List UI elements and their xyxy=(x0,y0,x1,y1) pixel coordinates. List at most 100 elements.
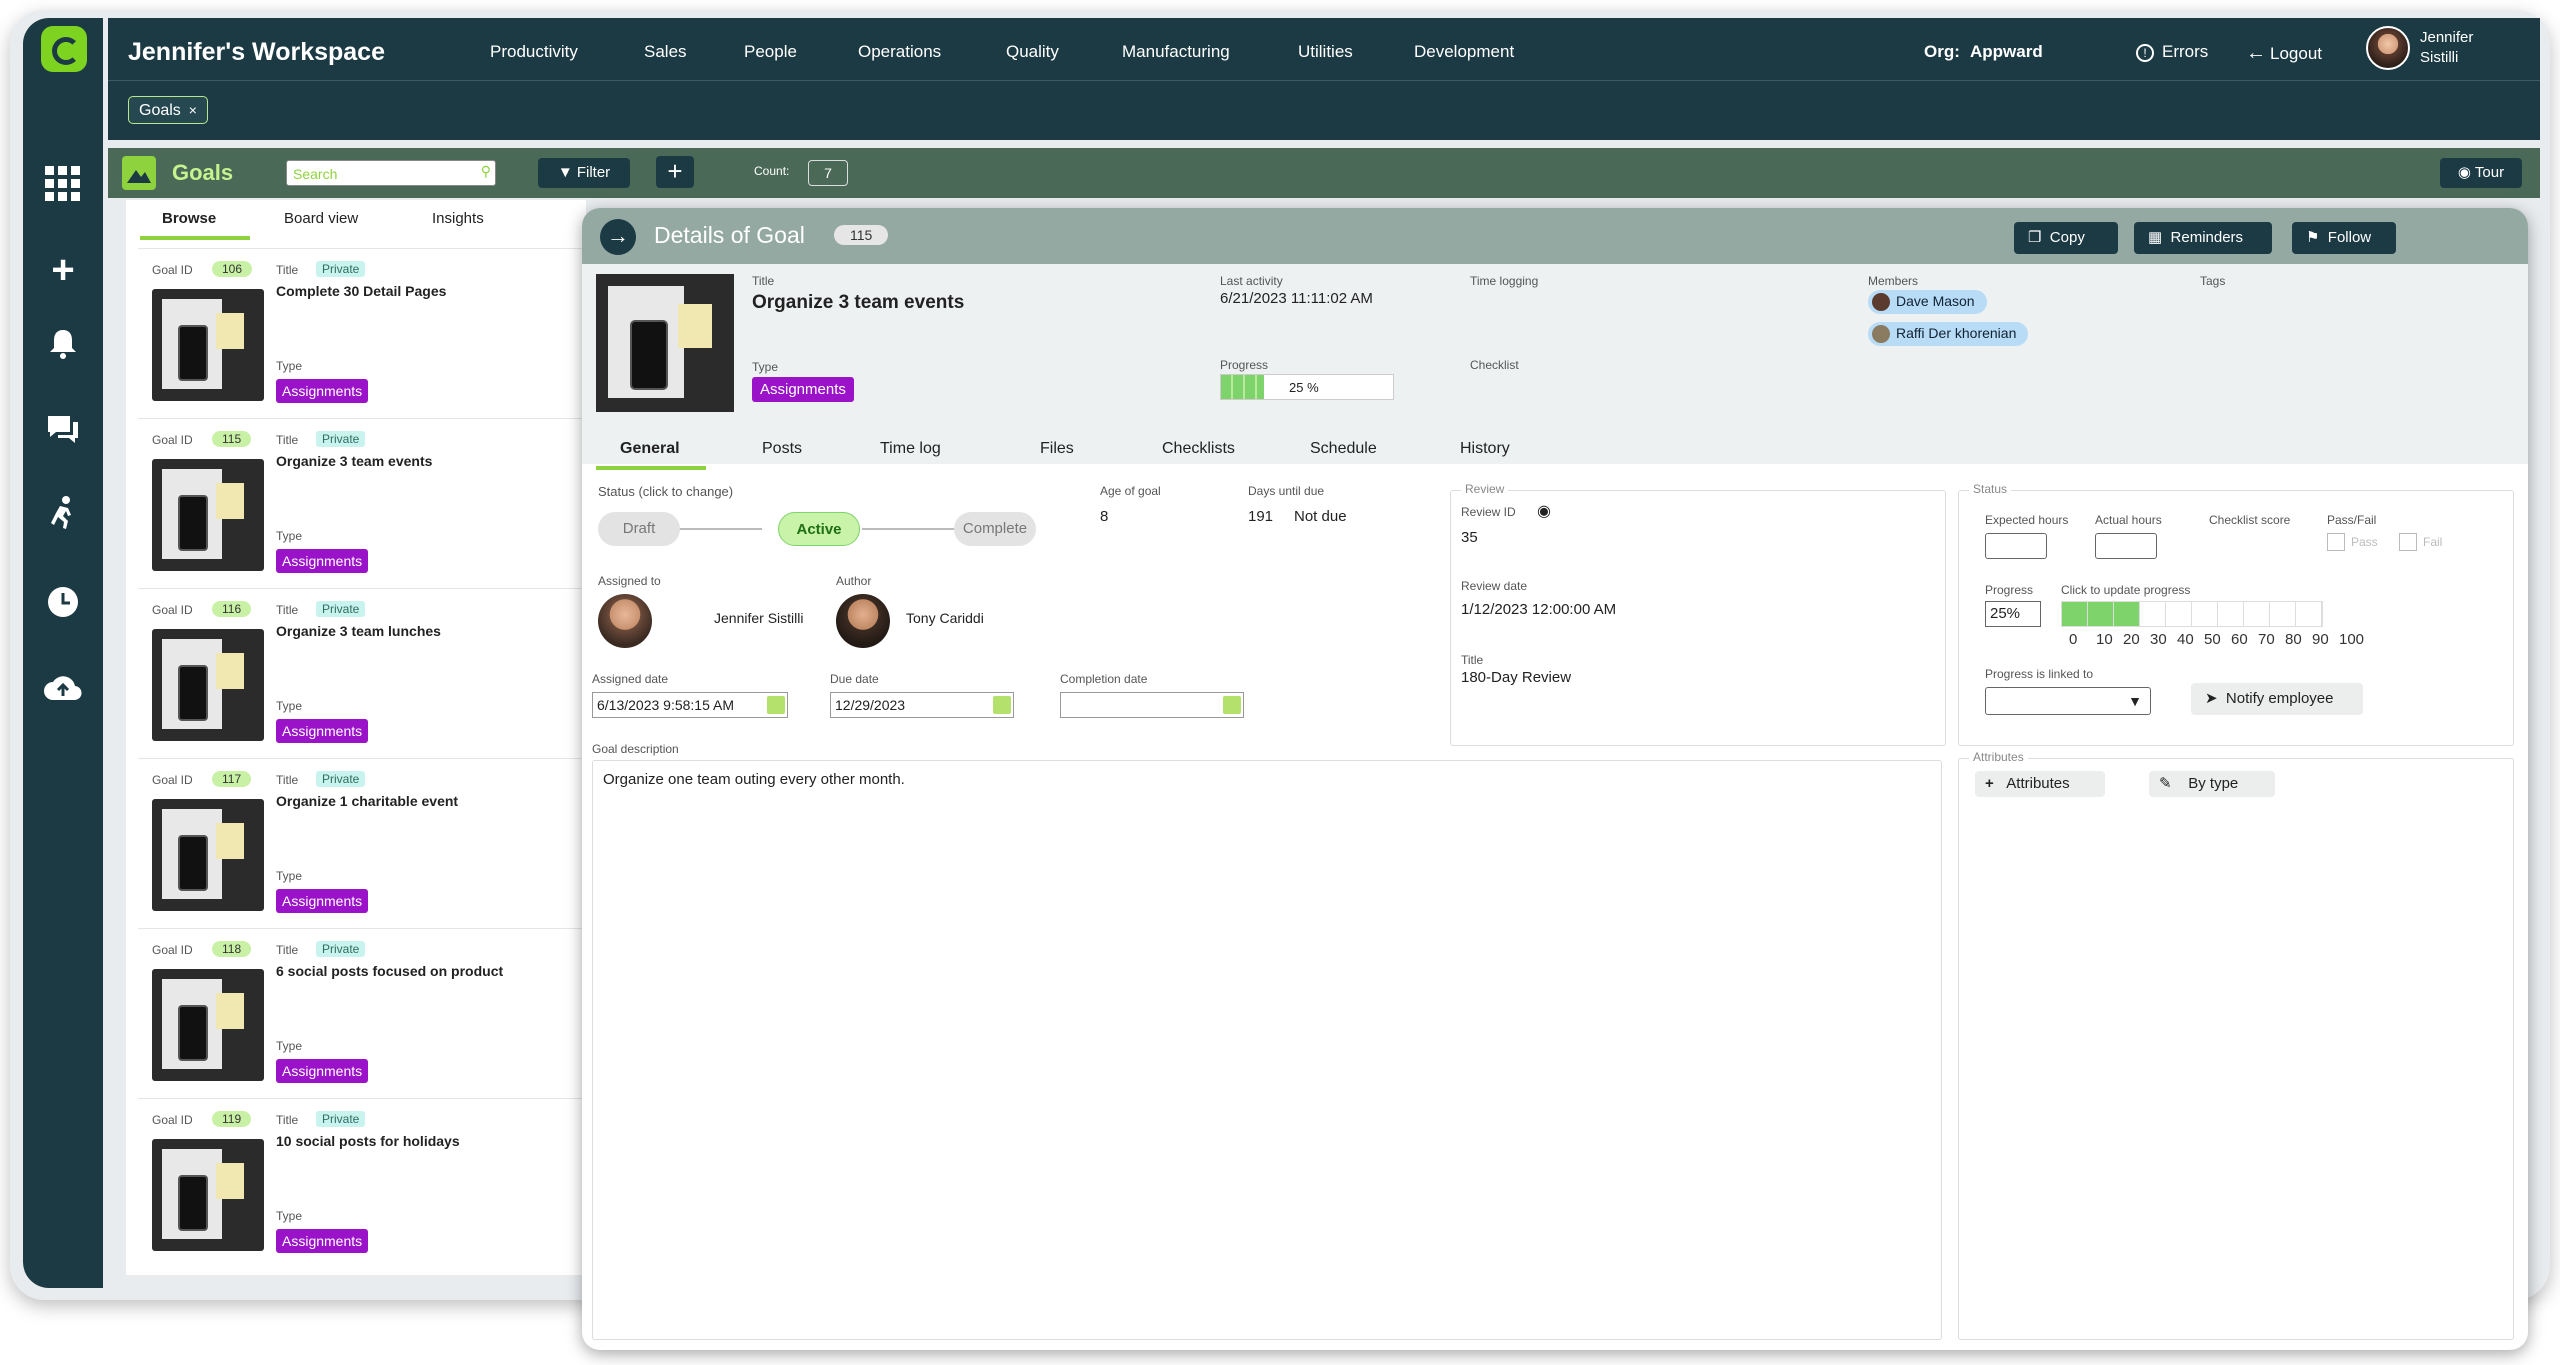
members-label: Members xyxy=(1868,274,1919,288)
review-title-label: Title xyxy=(1461,653,1484,667)
notify-employee-button[interactable]: ➤ Notify employee xyxy=(2191,683,2363,715)
status-complete[interactable]: Complete xyxy=(954,512,1036,546)
progress-segment[interactable] xyxy=(2088,602,2114,626)
tab-general[interactable]: General xyxy=(620,440,680,458)
progress-segment[interactable] xyxy=(2062,602,2088,626)
progress-segment[interactable] xyxy=(2166,602,2192,626)
workspace-title: Jennifer's Workspace xyxy=(128,38,385,66)
eye-icon[interactable]: ◉ xyxy=(1537,501,1551,521)
running-icon[interactable] xyxy=(23,496,103,535)
progress-segment[interactable] xyxy=(2270,602,2296,626)
bell-icon[interactable] xyxy=(23,328,103,365)
search-input[interactable]: Search ⚲ xyxy=(286,160,496,186)
list-item[interactable]: Goal ID 119 Title Private 10 social posts fo… xyxy=(138,1098,588,1266)
status-draft[interactable]: Draft xyxy=(598,512,680,546)
tab-board-view[interactable]: Board view xyxy=(284,210,358,227)
tab-time-log[interactable]: Time log xyxy=(880,440,941,458)
progress-input[interactable]: 25% xyxy=(1985,601,2041,627)
apps-grid-icon[interactable] xyxy=(23,166,103,207)
scale-tick: 40 xyxy=(2177,631,2194,648)
assigned-date-input[interactable]: 6/13/2023 9:58:15 AM xyxy=(592,692,788,718)
goal-id-value: 117 xyxy=(212,771,252,787)
due-date-input[interactable]: 12/29/2023 xyxy=(830,692,1014,718)
cloud-upload-icon[interactable] xyxy=(23,672,103,707)
tab-history[interactable]: History xyxy=(1460,440,1510,458)
nav-operations[interactable]: Operations xyxy=(858,42,941,62)
list-item[interactable]: Goal ID 115 Title Private Organize 3 team ev… xyxy=(138,418,588,586)
completion-date-input[interactable] xyxy=(1060,692,1244,718)
tab-posts[interactable]: Posts xyxy=(762,440,802,458)
appward-logo[interactable] xyxy=(41,26,87,72)
progress-slider[interactable] xyxy=(2061,601,2323,627)
list-item[interactable]: Goal ID 118 Title Private 6 social posts foc… xyxy=(138,928,588,1096)
close-icon[interactable]: × xyxy=(189,102,197,118)
progress-segment[interactable] xyxy=(2140,602,2166,626)
tab-browse[interactable]: Browse xyxy=(162,210,216,227)
reminders-button[interactable]: ▦ Reminders xyxy=(2134,222,2272,254)
tab-insights[interactable]: Insights xyxy=(432,210,484,227)
calendar-icon[interactable] xyxy=(767,696,785,714)
org-value[interactable]: Appward xyxy=(1970,42,2043,62)
nav-quality[interactable]: Quality xyxy=(1006,42,1059,62)
actual-hours-label: Actual hours xyxy=(2095,513,2162,527)
actual-hours-input[interactable] xyxy=(2095,533,2157,559)
tab-schedule[interactable]: Schedule xyxy=(1310,440,1377,458)
user-name[interactable]: Jennifer Sistilli xyxy=(2420,28,2473,68)
add-attributes-button[interactable]: + Attributes xyxy=(1975,771,2105,797)
goal-id-label: Goal ID xyxy=(152,943,193,957)
progress-segment[interactable] xyxy=(2114,602,2140,626)
progress-segment[interactable] xyxy=(2192,602,2218,626)
open-tab-goals[interactable]: Goals × xyxy=(128,96,208,124)
nav-productivity[interactable]: Productivity xyxy=(490,42,578,62)
progress-link-select[interactable]: ▼ xyxy=(1985,687,2151,715)
goal-title: Organize 3 team events xyxy=(276,453,433,469)
clock-icon[interactable] xyxy=(23,586,103,623)
copy-button[interactable]: ❐ Copy xyxy=(2014,222,2118,254)
fail-checkbox[interactable] xyxy=(2399,533,2417,551)
progress-segment[interactable] xyxy=(2218,602,2244,626)
errors-label: Errors xyxy=(2162,42,2209,61)
completion-date-label: Completion date xyxy=(1060,672,1148,686)
type-badge: Assignments xyxy=(276,1229,369,1253)
add-icon[interactable]: + xyxy=(23,248,103,293)
calendar-icon[interactable] xyxy=(993,696,1011,714)
pass-checkbox[interactable] xyxy=(2327,533,2345,551)
private-badge: Private xyxy=(316,771,366,787)
search-placeholder: Search xyxy=(293,166,338,182)
list-item[interactable]: Goal ID 106 Title Private Complete 30 Detail… xyxy=(138,248,588,416)
member-chip[interactable]: Dave Mason xyxy=(1868,290,1987,315)
linked-label: Progress is linked to xyxy=(1985,667,2094,681)
follow-button[interactable]: ⚑ Follow xyxy=(2292,222,2396,254)
status-active[interactable]: Active xyxy=(778,512,860,546)
nav-people[interactable]: People xyxy=(744,42,797,62)
calendar-icon[interactable] xyxy=(1223,696,1241,714)
description-textarea[interactable]: Organize one team outing every other mon… xyxy=(592,760,1942,1340)
list-item[interactable]: Goal ID 117 Title Private Organize 1 charita… xyxy=(138,758,588,926)
add-goal-button[interactable]: + xyxy=(656,156,694,188)
by-type-button[interactable]: ✎ By type xyxy=(2149,771,2275,797)
status-section-title: Status xyxy=(1969,482,2012,496)
review-date-label: Review date xyxy=(1461,579,1528,593)
errors-link[interactable]: ! Errors xyxy=(2136,42,2208,62)
goal-id-value: 106 xyxy=(212,261,253,277)
nav-sales[interactable]: Sales xyxy=(644,42,687,62)
filter-button[interactable]: ▼ Filter xyxy=(538,158,630,188)
nav-development[interactable]: Development xyxy=(1414,42,1514,62)
goal-title: Organize 3 team lunches xyxy=(276,623,441,639)
user-avatar[interactable] xyxy=(2366,26,2410,70)
tab-checklists[interactable]: Checklists xyxy=(1162,440,1235,458)
progress-segment[interactable] xyxy=(2244,602,2270,626)
chat-icon[interactable] xyxy=(23,414,103,449)
arrow-right-icon[interactable]: → xyxy=(600,219,636,255)
nav-manufacturing[interactable]: Manufacturing xyxy=(1122,42,1230,62)
tab-files[interactable]: Files xyxy=(1040,440,1074,458)
list-item[interactable]: Goal ID 116 Title Private Organize 3 team lu… xyxy=(138,588,588,756)
logout-link[interactable]: ← Logout xyxy=(2246,42,2322,65)
tour-button[interactable]: ◉ Tour xyxy=(2440,158,2522,188)
member-chip[interactable]: Raffi Der khorenian xyxy=(1868,322,2029,347)
expected-hours-input[interactable] xyxy=(1985,533,2047,559)
follow-label: Follow xyxy=(2327,229,2372,246)
progress-segment[interactable] xyxy=(2296,602,2322,626)
goal-thumbnail xyxy=(152,289,264,401)
nav-utilities[interactable]: Utilities xyxy=(1298,42,1353,62)
